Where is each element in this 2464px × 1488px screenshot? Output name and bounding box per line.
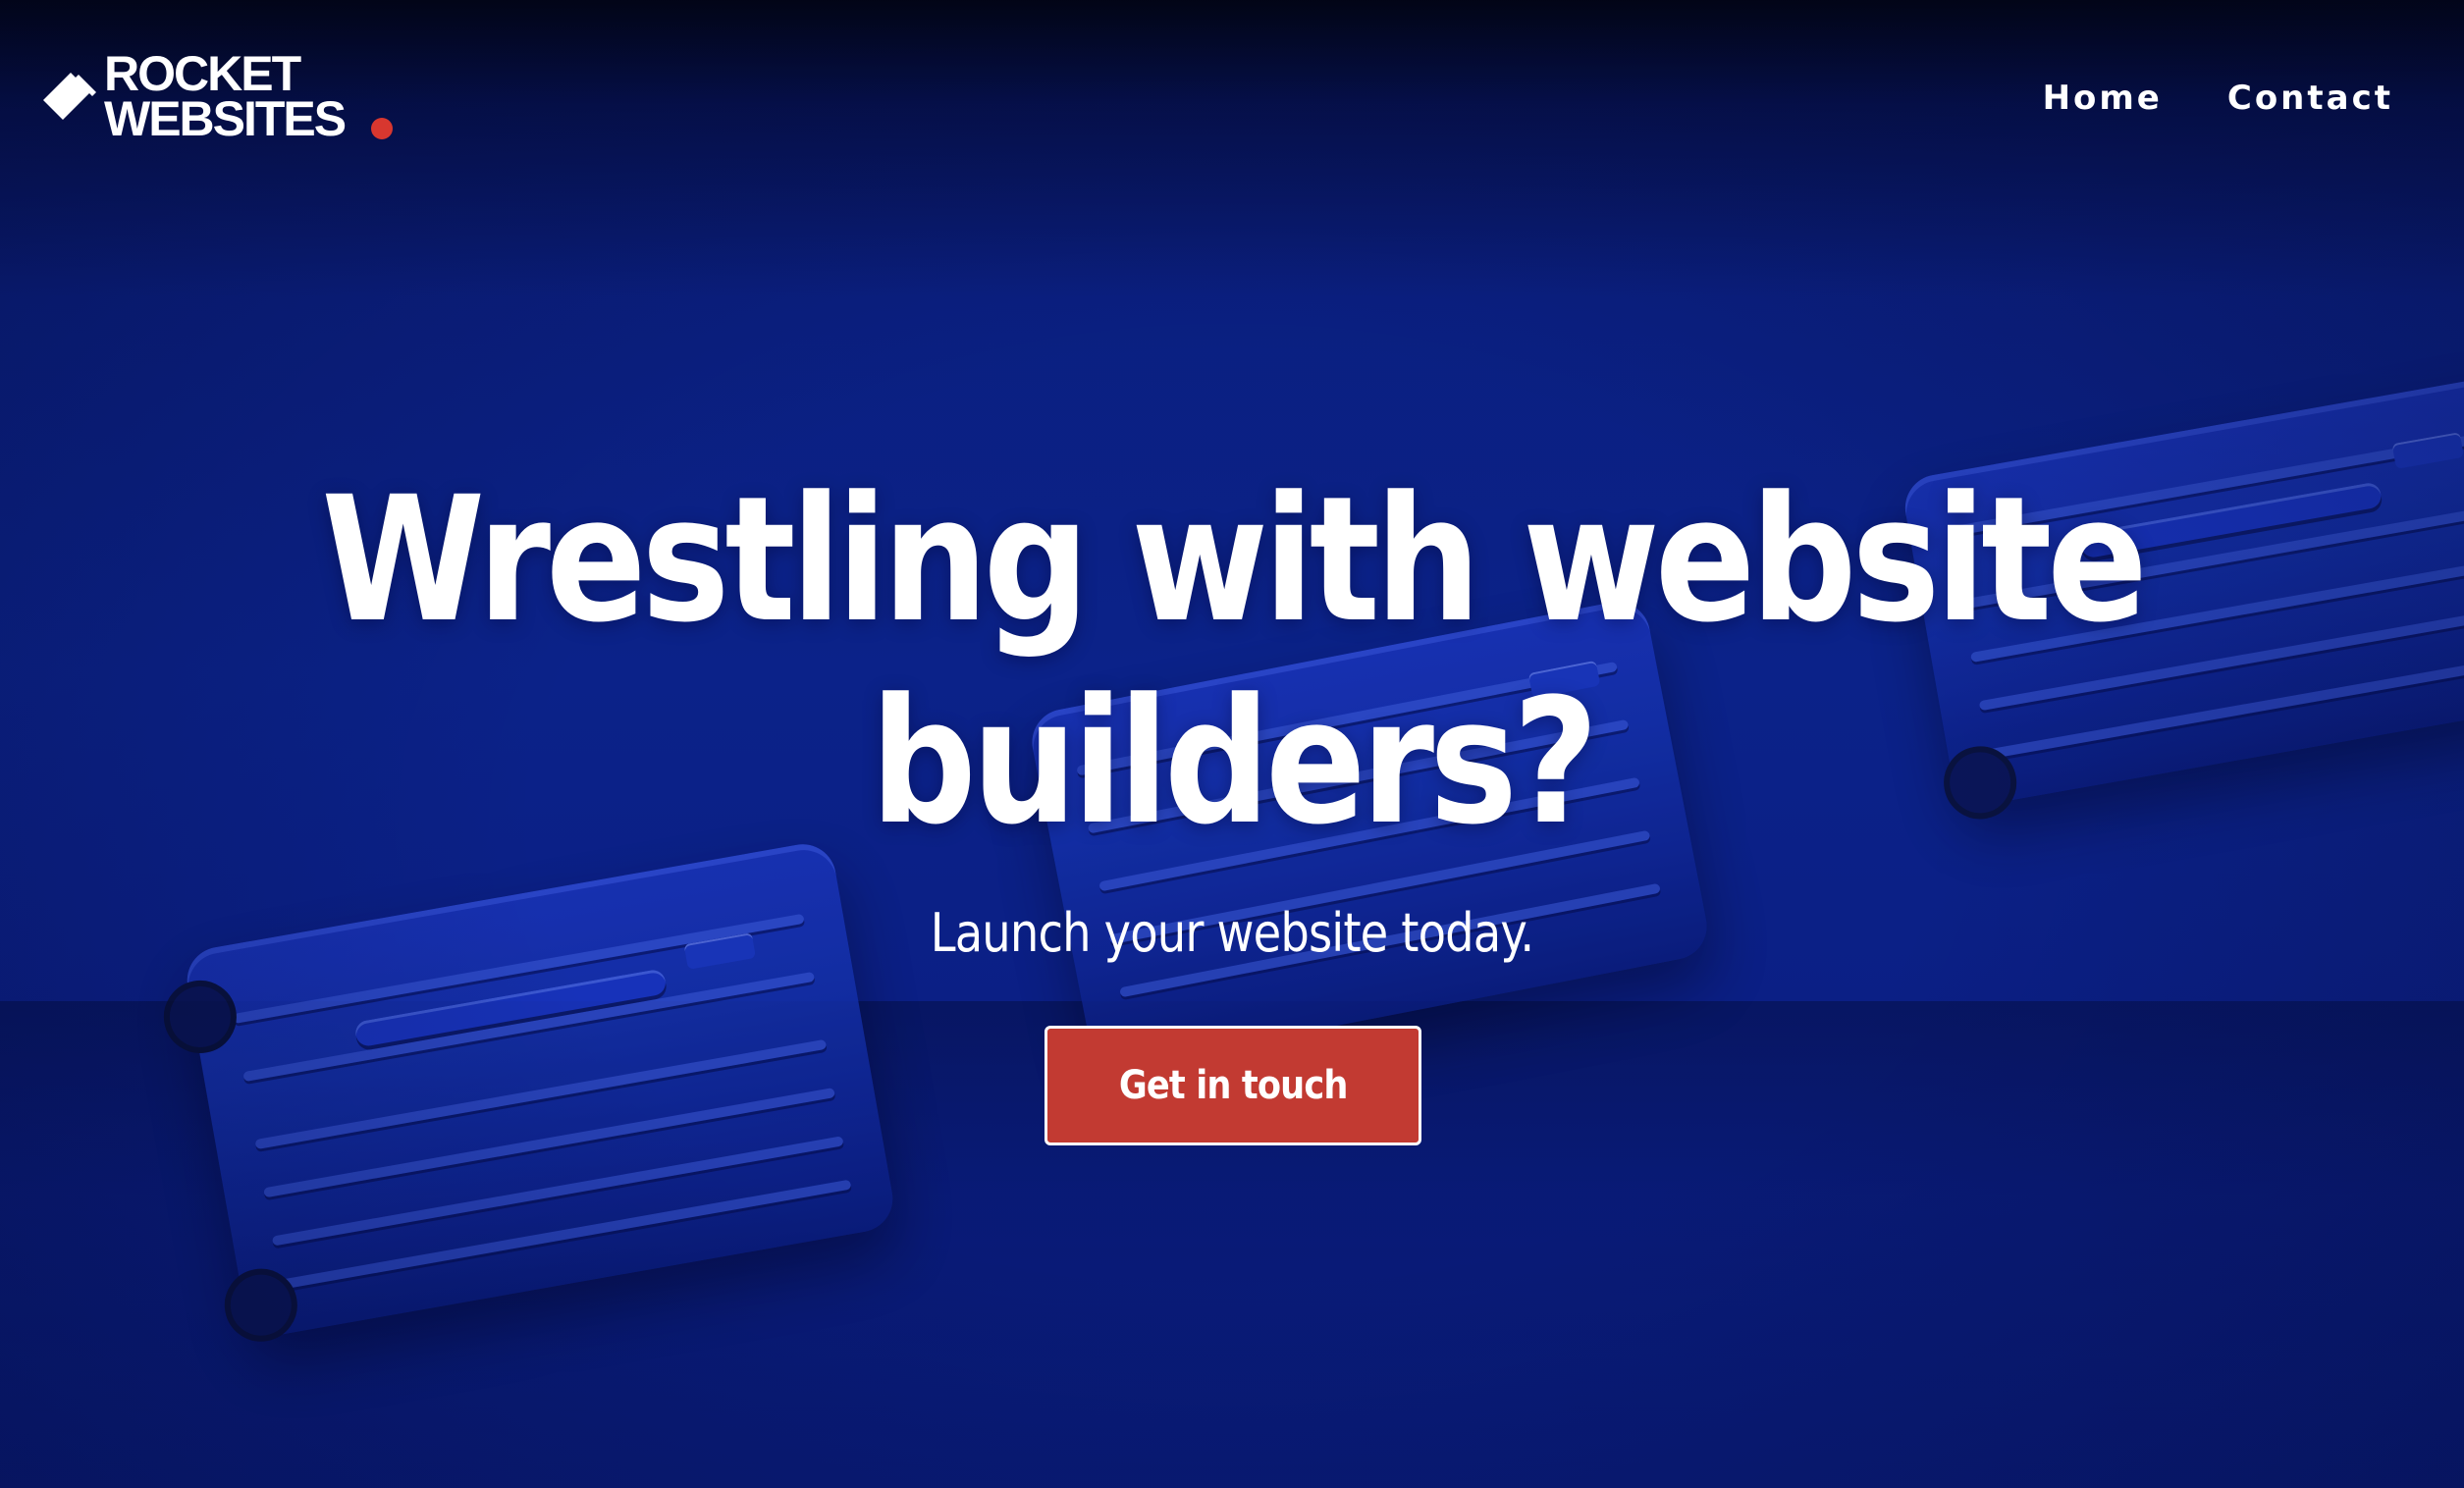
- nav-item-home[interactable]: Home: [2043, 79, 2163, 118]
- diamond-icon: [43, 73, 96, 120]
- brand-line-1: ROCKET: [104, 46, 301, 101]
- brand-wordmark: ROCKET WEBSITES: [104, 46, 347, 146]
- get-in-touch-label: Get in touch: [1118, 1063, 1349, 1108]
- hero-headline-line-2: builders?: [870, 662, 1599, 863]
- brand-logo[interactable]: ROCKET WEBSITES: [43, 46, 416, 149]
- nav-item-contact[interactable]: Contact: [2227, 79, 2393, 118]
- hero-headline: Wrestling with website builders?: [173, 459, 2292, 864]
- hero-subheadline: Launch your website today.: [930, 902, 1534, 964]
- brand-dot-icon: [371, 118, 393, 139]
- get-in-touch-button[interactable]: Get in touch: [1045, 1026, 1421, 1145]
- main-nav: Home Contact: [2043, 79, 2393, 118]
- hero-headline-line-1: Wrestling with website: [321, 459, 2148, 661]
- brand-line-2: WEBSITES: [104, 91, 347, 146]
